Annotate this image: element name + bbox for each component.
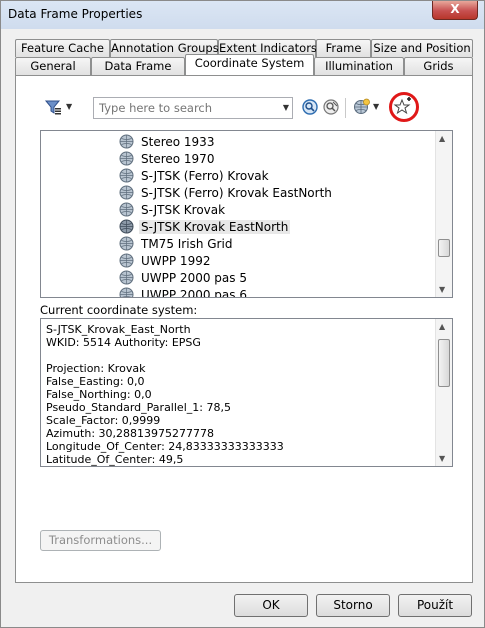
tab-illumination[interactable]: Illumination bbox=[314, 57, 404, 75]
detail-line: Scale_Factor: 0,9999 bbox=[46, 414, 161, 427]
search-input[interactable] bbox=[94, 98, 274, 118]
cancel-button[interactable]: Storno bbox=[316, 594, 390, 617]
list-scrollbar[interactable]: ▲ ▼ bbox=[435, 131, 452, 297]
search-box[interactable]: ▼ bbox=[93, 97, 293, 119]
list-item-label: S-JTSK (Ferro) Krovak bbox=[141, 168, 269, 183]
details-scrollbar[interactable]: ▲ ▼ bbox=[435, 319, 452, 466]
list-item-label: UWPP 2000 pas 5 bbox=[141, 270, 247, 285]
list-item-label: S-JTSK (Ferro) Krovak EastNorth bbox=[141, 185, 332, 200]
current-system-details[interactable]: S-JTSK_Krovak_East_North WKID: 5514 Auth… bbox=[40, 318, 453, 467]
search-icon[interactable] bbox=[301, 98, 319, 116]
globe-icon bbox=[119, 253, 134, 268]
detail-line: Pseudo_Standard_Parallel_1: 78,5 bbox=[46, 401, 231, 414]
scroll-thumb[interactable] bbox=[438, 239, 450, 257]
list-item[interactable]: S-JTSK (Ferro) Krovak bbox=[119, 167, 271, 184]
tab-feature-cache[interactable]: Feature Cache bbox=[15, 39, 110, 57]
toolbar: ▼ ▼ ▼ bbox=[16, 92, 472, 122]
list-item[interactable]: Stereo 1933 bbox=[119, 133, 216, 150]
dialog-window: Data Frame Properties X Feature Cache An… bbox=[0, 0, 485, 628]
list-item-label: TM75 Irish Grid bbox=[141, 236, 233, 251]
list-item-label: S-JTSK Krovak bbox=[141, 202, 226, 217]
transformations-button[interactable]: Transformations... bbox=[40, 530, 161, 551]
list-item[interactable]: UWPP 1992 bbox=[119, 252, 212, 269]
globe-icon bbox=[119, 270, 134, 285]
list-item[interactable]: UWPP 2000 pas 6 bbox=[119, 286, 249, 298]
globe-icon bbox=[119, 202, 134, 217]
list-item[interactable]: S-JTSK (Ferro) Krovak EastNorth bbox=[119, 184, 334, 201]
scroll-up-icon[interactable]: ▲ bbox=[439, 322, 445, 331]
list-item[interactable]: UWPP 2000 pas 5 bbox=[119, 269, 249, 286]
title-bar: Data Frame Properties X bbox=[1, 1, 484, 29]
tab-size-and-position[interactable]: Size and Position bbox=[371, 39, 473, 57]
scroll-down-icon[interactable]: ▼ bbox=[439, 285, 445, 294]
coordinate-system-list[interactable]: Stereo 1933 Stereo 1970 S-JTSK (Ferro) K… bbox=[40, 130, 453, 298]
detail-line: S-JTSK_Krovak_East_North bbox=[46, 323, 191, 336]
list-item[interactable]: Stereo 1970 bbox=[119, 150, 216, 167]
coordinate-system-panel: ▼ ▼ ▼ bbox=[15, 75, 473, 583]
detail-line: Longitude_Of_Center: 24,83333333333333 bbox=[46, 440, 284, 453]
filter-icon[interactable] bbox=[44, 98, 62, 116]
window-title: Data Frame Properties bbox=[8, 7, 143, 21]
globe-icon bbox=[119, 134, 134, 149]
globe-icon bbox=[119, 168, 134, 183]
scroll-up-icon[interactable]: ▲ bbox=[439, 134, 445, 143]
ok-button[interactable]: OK bbox=[234, 594, 308, 617]
apply-button[interactable]: Použít bbox=[398, 594, 472, 617]
toolbar-separator bbox=[345, 98, 346, 118]
list-item[interactable]: S-JTSK Krovak bbox=[119, 201, 227, 218]
tab-general[interactable]: General bbox=[15, 57, 91, 75]
globe-add-icon[interactable] bbox=[353, 98, 371, 116]
current-system-label: Current coordinate system: bbox=[40, 303, 198, 317]
list-item-label: S-JTSK Krovak EastNorth bbox=[139, 219, 291, 234]
tab-grids[interactable]: Grids bbox=[404, 57, 473, 75]
close-button[interactable]: X bbox=[432, 1, 478, 20]
globe-icon bbox=[119, 287, 134, 297]
detail-line: Azimuth: 30,28813975277778 bbox=[46, 427, 215, 440]
detail-line: False_Easting: 0,0 bbox=[46, 375, 145, 388]
tab-frame[interactable]: Frame bbox=[316, 39, 371, 57]
favorite-add-icon[interactable] bbox=[388, 91, 420, 123]
globe-dropdown-arrow-icon[interactable]: ▼ bbox=[373, 102, 379, 111]
clear-search-icon[interactable] bbox=[322, 98, 340, 116]
list-item-label: UWPP 1992 bbox=[141, 253, 211, 268]
scroll-down-icon[interactable]: ▼ bbox=[439, 454, 445, 463]
tab-row-bottom: General Data Frame Coordinate System Ill… bbox=[15, 54, 475, 75]
detail-line: False_Northing: 0,0 bbox=[46, 388, 152, 401]
list-item-label: UWPP 2000 pas 6 bbox=[141, 287, 247, 298]
tab-data-frame[interactable]: Data Frame bbox=[91, 57, 185, 75]
list-item-selected[interactable]: S-JTSK Krovak EastNorth bbox=[119, 218, 291, 235]
globe-icon bbox=[119, 151, 134, 166]
globe-icon bbox=[119, 236, 134, 251]
filter-dropdown-arrow-icon[interactable]: ▼ bbox=[66, 102, 72, 111]
detail-line: Latitude_Of_Center: 49,5 bbox=[46, 453, 184, 466]
list-item-label: Stereo 1933 bbox=[141, 134, 215, 149]
tab-coordinate-system[interactable]: Coordinate System bbox=[185, 54, 314, 75]
list-item-label: Stereo 1970 bbox=[141, 151, 215, 166]
globe-icon bbox=[119, 185, 134, 200]
detail-line: Projection: Krovak bbox=[46, 362, 146, 375]
list-item[interactable]: TM75 Irish Grid bbox=[119, 235, 234, 252]
search-dropdown-arrow-icon[interactable]: ▼ bbox=[283, 103, 289, 112]
detail-line: WKID: 5514 Authority: EPSG bbox=[46, 336, 201, 349]
scroll-thumb[interactable] bbox=[438, 339, 450, 387]
globe-icon bbox=[119, 219, 134, 234]
